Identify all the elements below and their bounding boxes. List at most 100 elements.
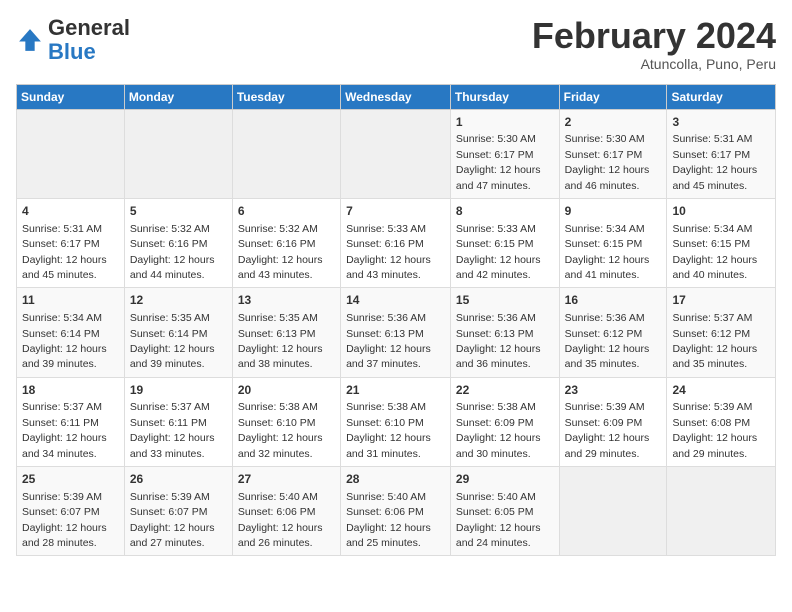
calendar-cell: 11 Sunrise: 5:34 AM Sunset: 6:14 PM Dayli…: [17, 288, 125, 377]
day-info: Sunrise: 5:33 AM Sunset: 6:16 PM Dayligh…: [346, 223, 431, 281]
day-number: 28: [346, 471, 445, 488]
calendar-row: 4 Sunrise: 5:31 AM Sunset: 6:17 PM Daylig…: [17, 198, 776, 287]
day-number: 1: [456, 114, 554, 131]
logo-general: General: [48, 15, 130, 40]
calendar-body: 1 Sunrise: 5:30 AM Sunset: 6:17 PM Daylig…: [17, 109, 776, 556]
day-number: 13: [238, 292, 335, 309]
day-number: 4: [22, 203, 119, 220]
calendar-cell: [559, 467, 667, 556]
calendar-cell: [124, 109, 232, 198]
calendar-cell: 4 Sunrise: 5:31 AM Sunset: 6:17 PM Daylig…: [17, 198, 125, 287]
calendar-cell: 12 Sunrise: 5:35 AM Sunset: 6:14 PM Dayli…: [124, 288, 232, 377]
calendar-row: 11 Sunrise: 5:34 AM Sunset: 6:14 PM Dayli…: [17, 288, 776, 377]
header-cell: Friday: [559, 84, 667, 109]
title-block: February 2024 Atuncolla, Puno, Peru: [532, 16, 776, 72]
calendar-cell: 9 Sunrise: 5:34 AM Sunset: 6:15 PM Daylig…: [559, 198, 667, 287]
day-info: Sunrise: 5:35 AM Sunset: 6:14 PM Dayligh…: [130, 312, 215, 370]
day-info: Sunrise: 5:37 AM Sunset: 6:12 PM Dayligh…: [672, 312, 757, 370]
day-info: Sunrise: 5:39 AM Sunset: 6:07 PM Dayligh…: [130, 491, 215, 549]
calendar-cell: 21 Sunrise: 5:38 AM Sunset: 6:10 PM Dayli…: [341, 377, 451, 466]
calendar-title: February 2024: [532, 16, 776, 56]
day-info: Sunrise: 5:35 AM Sunset: 6:13 PM Dayligh…: [238, 312, 323, 370]
calendar-cell: 13 Sunrise: 5:35 AM Sunset: 6:13 PM Dayli…: [232, 288, 340, 377]
calendar-cell: [341, 109, 451, 198]
day-info: Sunrise: 5:34 AM Sunset: 6:15 PM Dayligh…: [565, 223, 650, 281]
calendar-cell: 19 Sunrise: 5:37 AM Sunset: 6:11 PM Dayli…: [124, 377, 232, 466]
day-info: Sunrise: 5:38 AM Sunset: 6:10 PM Dayligh…: [346, 401, 431, 459]
day-number: 19: [130, 382, 227, 399]
day-info: Sunrise: 5:34 AM Sunset: 6:15 PM Dayligh…: [672, 223, 757, 281]
calendar-cell: 22 Sunrise: 5:38 AM Sunset: 6:09 PM Dayli…: [450, 377, 559, 466]
header-cell: Sunday: [17, 84, 125, 109]
day-info: Sunrise: 5:31 AM Sunset: 6:17 PM Dayligh…: [22, 223, 107, 281]
day-number: 21: [346, 382, 445, 399]
calendar-cell: 25Sunrise: 5:39 AM Sunset: 6:07 PM Dayli…: [17, 467, 125, 556]
calendar-cell: 15 Sunrise: 5:36 AM Sunset: 6:13 PM Dayli…: [450, 288, 559, 377]
header-cell: Monday: [124, 84, 232, 109]
day-number: 23: [565, 382, 662, 399]
calendar-row: 18 Sunrise: 5:37 AM Sunset: 6:11 PM Dayli…: [17, 377, 776, 466]
day-number: 8: [456, 203, 554, 220]
day-info: Sunrise: 5:36 AM Sunset: 6:13 PM Dayligh…: [456, 312, 541, 370]
day-number: 7: [346, 203, 445, 220]
calendar-cell: 26Sunrise: 5:39 AM Sunset: 6:07 PM Dayli…: [124, 467, 232, 556]
day-info: Sunrise: 5:33 AM Sunset: 6:15 PM Dayligh…: [456, 223, 541, 281]
day-info: Sunrise: 5:39 AM Sunset: 6:09 PM Dayligh…: [565, 401, 650, 459]
calendar-cell: 18 Sunrise: 5:37 AM Sunset: 6:11 PM Dayli…: [17, 377, 125, 466]
calendar-cell: 10 Sunrise: 5:34 AM Sunset: 6:15 PM Dayli…: [667, 198, 776, 287]
day-number: 20: [238, 382, 335, 399]
day-info: Sunrise: 5:36 AM Sunset: 6:13 PM Dayligh…: [346, 312, 431, 370]
calendar-cell: 8 Sunrise: 5:33 AM Sunset: 6:15 PM Daylig…: [450, 198, 559, 287]
calendar-cell: 5Sunrise: 5:32 AM Sunset: 6:16 PM Daylig…: [124, 198, 232, 287]
day-number: 14: [346, 292, 445, 309]
day-number: 17: [672, 292, 770, 309]
logo-icon: [16, 26, 44, 54]
day-info: Sunrise: 5:32 AM Sunset: 6:16 PM Dayligh…: [238, 223, 323, 281]
day-number: 15: [456, 292, 554, 309]
day-number: 18: [22, 382, 119, 399]
day-info: Sunrise: 5:40 AM Sunset: 6:06 PM Dayligh…: [238, 491, 323, 549]
day-info: Sunrise: 5:40 AM Sunset: 6:05 PM Dayligh…: [456, 491, 541, 549]
day-info: Sunrise: 5:36 AM Sunset: 6:12 PM Dayligh…: [565, 312, 650, 370]
calendar-row: 25Sunrise: 5:39 AM Sunset: 6:07 PM Dayli…: [17, 467, 776, 556]
header-cell: Wednesday: [341, 84, 451, 109]
day-number: 27: [238, 471, 335, 488]
day-info: Sunrise: 5:39 AM Sunset: 6:07 PM Dayligh…: [22, 491, 107, 549]
calendar-cell: 1 Sunrise: 5:30 AM Sunset: 6:17 PM Daylig…: [450, 109, 559, 198]
day-info: Sunrise: 5:37 AM Sunset: 6:11 PM Dayligh…: [130, 401, 215, 459]
day-info: Sunrise: 5:38 AM Sunset: 6:09 PM Dayligh…: [456, 401, 541, 459]
day-number: 24: [672, 382, 770, 399]
calendar-row: 1 Sunrise: 5:30 AM Sunset: 6:17 PM Daylig…: [17, 109, 776, 198]
logo: General Blue: [16, 16, 130, 64]
calendar-cell: 23 Sunrise: 5:39 AM Sunset: 6:09 PM Dayli…: [559, 377, 667, 466]
day-info: Sunrise: 5:30 AM Sunset: 6:17 PM Dayligh…: [565, 133, 650, 191]
day-info: Sunrise: 5:31 AM Sunset: 6:17 PM Dayligh…: [672, 133, 757, 191]
logo-blue: Blue: [48, 39, 96, 64]
page-header: General Blue February 2024 Atuncolla, Pu…: [16, 16, 776, 72]
calendar-cell: 27 Sunrise: 5:40 AM Sunset: 6:06 PM Dayli…: [232, 467, 340, 556]
calendar-cell: 6Sunrise: 5:32 AM Sunset: 6:16 PM Daylig…: [232, 198, 340, 287]
calendar-cell: [17, 109, 125, 198]
calendar-cell: 7 Sunrise: 5:33 AM Sunset: 6:16 PM Daylig…: [341, 198, 451, 287]
day-number: 12: [130, 292, 227, 309]
day-info: Sunrise: 5:34 AM Sunset: 6:14 PM Dayligh…: [22, 312, 107, 370]
day-info: Sunrise: 5:39 AM Sunset: 6:08 PM Dayligh…: [672, 401, 757, 459]
day-number: 16: [565, 292, 662, 309]
day-number: 22: [456, 382, 554, 399]
day-number: 11: [22, 292, 119, 309]
day-number: 10: [672, 203, 770, 220]
header-row: SundayMondayTuesdayWednesdayThursdayFrid…: [17, 84, 776, 109]
calendar-cell: 24 Sunrise: 5:39 AM Sunset: 6:08 PM Dayli…: [667, 377, 776, 466]
header-cell: Tuesday: [232, 84, 340, 109]
day-number: 9: [565, 203, 662, 220]
day-info: Sunrise: 5:30 AM Sunset: 6:17 PM Dayligh…: [456, 133, 541, 191]
calendar-header: SundayMondayTuesdayWednesdayThursdayFrid…: [17, 84, 776, 109]
day-number: 2: [565, 114, 662, 131]
calendar-cell: 20Sunrise: 5:38 AM Sunset: 6:10 PM Dayli…: [232, 377, 340, 466]
day-number: 5: [130, 203, 227, 220]
day-info: Sunrise: 5:37 AM Sunset: 6:11 PM Dayligh…: [22, 401, 107, 459]
calendar-cell: [667, 467, 776, 556]
day-number: 29: [456, 471, 554, 488]
calendar-cell: 17 Sunrise: 5:37 AM Sunset: 6:12 PM Dayli…: [667, 288, 776, 377]
calendar-cell: [232, 109, 340, 198]
